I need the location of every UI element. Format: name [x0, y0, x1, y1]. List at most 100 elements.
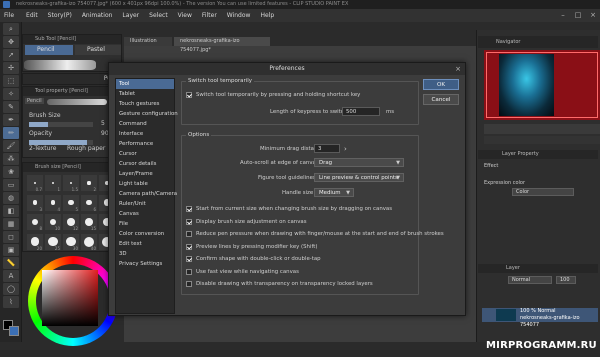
subtool-brush-preview[interactable]: Pe [22, 73, 122, 85]
keypress-input[interactable]: 500 [342, 107, 380, 116]
category-item[interactable]: Touch gestures [116, 99, 174, 109]
min-drag-arrow-icon[interactable]: › [344, 145, 347, 153]
menu-layer[interactable]: Layer [122, 12, 139, 19]
brush-size-preset[interactable]: 6 [81, 194, 97, 212]
brush-size-slider[interactable] [29, 122, 93, 127]
brush-size-preset[interactable]: 30 [63, 233, 79, 251]
category-item[interactable]: Cursor [116, 149, 174, 159]
switch-tool-checkbox[interactable] [186, 92, 192, 98]
menu-view[interactable]: View [178, 12, 192, 19]
subtool-tab-pastel[interactable]: Pastel [75, 45, 121, 55]
brush-size-preset[interactable]: 1.5 [63, 175, 79, 192]
operation-tool-icon[interactable]: ➚ [3, 49, 19, 61]
airbrush-icon[interactable]: ⁂ [3, 153, 19, 165]
maximize-icon[interactable]: □ [571, 9, 585, 22]
option-checkbox[interactable] [186, 268, 192, 275]
option-checkbox[interactable] [186, 231, 192, 237]
category-item[interactable]: Cursor details [116, 159, 174, 169]
category-item[interactable]: Color conversion [116, 229, 174, 239]
menu-animation[interactable]: Animation [82, 12, 113, 19]
ok-button[interactable]: OK [423, 79, 459, 90]
menu-story[interactable]: Story(P) [48, 12, 72, 19]
tab-document[interactable]: nekrosneaks-grafika-izo 754077.jpg* [174, 37, 270, 53]
category-item[interactable]: Tool [116, 79, 174, 89]
gradient-tool-icon[interactable]: ▦ [3, 218, 19, 230]
category-item[interactable]: Canvas [116, 209, 174, 219]
menu-file[interactable]: File [4, 12, 14, 19]
minimize-icon[interactable]: – [556, 9, 570, 22]
layer-opacity-field[interactable]: 100 [556, 276, 576, 284]
figure-guidelines-select[interactable]: Line preview & control points ▼ [314, 173, 404, 182]
category-item[interactable]: Layer/Frame [116, 169, 174, 179]
min-drag-input[interactable]: 3 [314, 144, 340, 153]
text-tool-icon[interactable]: A [3, 270, 19, 282]
selection-tool-icon[interactable]: ⬚ [3, 75, 19, 87]
expression-color-select[interactable]: Color [512, 188, 574, 196]
color-saturation-square[interactable] [42, 270, 98, 326]
category-item[interactable]: Privacy Settings [116, 259, 174, 269]
option-checkbox[interactable] [186, 243, 192, 250]
move-tool-icon[interactable]: ✥ [3, 36, 19, 48]
category-item[interactable]: Tablet [116, 89, 174, 99]
eraser-icon[interactable]: ▭ [3, 179, 19, 191]
blend-mode-select[interactable]: Normal [508, 276, 552, 284]
category-item[interactable]: Gesture configuration [116, 109, 178, 119]
brush-size-preset[interactable]: 0.7 [27, 175, 43, 192]
brush-size-preset[interactable]: 12 [63, 214, 79, 231]
category-item[interactable]: Camera path/Camera [116, 189, 177, 199]
cancel-button[interactable]: Cancel [423, 94, 459, 105]
category-item[interactable]: Light table [116, 179, 174, 189]
brush-size-preset[interactable]: 25 [45, 233, 61, 251]
sub-color-swatch[interactable] [9, 326, 19, 336]
category-item[interactable]: Ruler/Unit [116, 199, 174, 209]
menu-edit[interactable]: Edit [26, 12, 38, 19]
ruler-icon[interactable]: 📏 [3, 257, 19, 269]
category-item[interactable]: Edit text [116, 239, 174, 249]
zoom-tool-icon[interactable]: ⌕ [3, 23, 19, 35]
option-checkbox[interactable] [186, 256, 192, 262]
brush-size-preset[interactable]: 40 [81, 233, 97, 251]
navigator-preview[interactable] [484, 50, 600, 120]
frame-border-icon[interactable]: ▣ [3, 244, 19, 256]
move-layer-icon[interactable]: ✢ [3, 62, 19, 74]
fill-tool-icon[interactable]: ◧ [3, 205, 19, 217]
brush-size-preset[interactable]: 4 [45, 194, 61, 212]
category-item[interactable]: Command [116, 119, 174, 129]
category-item[interactable]: Interface [116, 129, 174, 139]
menu-help[interactable]: Help [260, 12, 274, 19]
menu-select[interactable]: Select [149, 12, 168, 19]
close-icon[interactable]: × [455, 63, 461, 75]
balloon-icon[interactable]: ◯ [3, 283, 19, 295]
brush-size-preset[interactable]: 8 [27, 214, 43, 231]
brush-size-preset[interactable]: 1 [45, 175, 61, 192]
brush-size-preset[interactable]: 15 [81, 214, 97, 231]
brush-size-preset[interactable]: 10 [45, 214, 61, 231]
subtool-tab-pencil[interactable]: Pencil [25, 45, 73, 55]
navigator-controls[interactable] [484, 136, 600, 144]
blend-tool-icon[interactable]: ◍ [3, 192, 19, 204]
category-item[interactable]: 3D [116, 249, 174, 259]
texture-value[interactable]: Rough paper [67, 144, 105, 154]
eyedropper-icon[interactable]: ✎ [3, 101, 19, 113]
brush-size-preset[interactable]: 20 [27, 233, 43, 251]
pen-tool-icon[interactable]: ✒ [3, 114, 19, 126]
decoration-icon[interactable]: ❀ [3, 166, 19, 178]
brush-size-preset[interactable]: 2 [81, 175, 97, 192]
auto-select-icon[interactable]: ✧ [3, 88, 19, 100]
category-item[interactable]: Performance [116, 139, 174, 149]
menu-filter[interactable]: Filter [202, 12, 217, 19]
layer-row[interactable]: 100 % Normal nekrosneaks-grafika-izo 754… [482, 308, 598, 328]
option-checkbox[interactable] [186, 206, 192, 212]
pencil-tool-icon[interactable]: ✏ [3, 127, 19, 139]
category-item[interactable]: File [116, 219, 174, 229]
autoscroll-select[interactable]: Drag ▼ [314, 158, 404, 167]
tab-illustration[interactable]: Illustration [124, 37, 172, 46]
correct-line-icon[interactable]: ⌇ [3, 296, 19, 308]
option-checkbox[interactable] [186, 281, 192, 287]
brush-tool-icon[interactable]: 🖌 [3, 140, 19, 152]
close-window-icon[interactable]: × [586, 9, 600, 22]
figure-tool-icon[interactable]: ◻ [3, 231, 19, 243]
brush-size-preset[interactable]: 3 [27, 194, 43, 212]
option-checkbox[interactable] [186, 218, 192, 225]
brush-size-preset[interactable]: 5 [63, 194, 79, 212]
